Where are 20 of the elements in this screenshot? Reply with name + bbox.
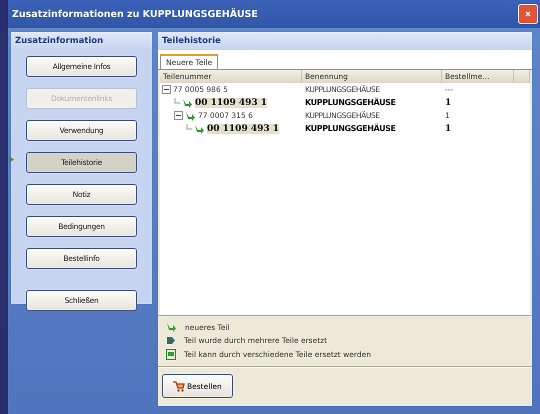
part-name: KUPPLUNGSGEHÄUSE [304, 124, 397, 133]
document-icon [166, 349, 176, 360]
bent-arrow-icon [185, 110, 196, 120]
close-button[interactable] [518, 4, 538, 24]
part-name: KUPPLUNGSGEHÄUSE [304, 98, 397, 107]
pointer-icon [9, 156, 14, 163]
quantity: 1 [444, 98, 452, 108]
part-number: 00 1109 493 1 [195, 98, 268, 108]
bent-arrow-icon [194, 124, 205, 134]
quantity: 1 [444, 124, 452, 134]
sidebar-title: Zusatzinformation [11, 32, 152, 50]
panel-title: Teilehistorie [158, 32, 532, 50]
tag-icon [166, 336, 176, 345]
bent-arrow-icon [182, 98, 193, 108]
bent-arrow-icon [166, 322, 177, 332]
collapse-icon[interactable] [174, 111, 183, 120]
cart-icon [173, 380, 185, 392]
collapse-icon[interactable] [162, 85, 171, 94]
window-title: Zusatzinformationen zu KUPPLUNGSGEHÄUSE [12, 8, 258, 20]
part-number: 00 1109 493 1 [207, 124, 280, 134]
